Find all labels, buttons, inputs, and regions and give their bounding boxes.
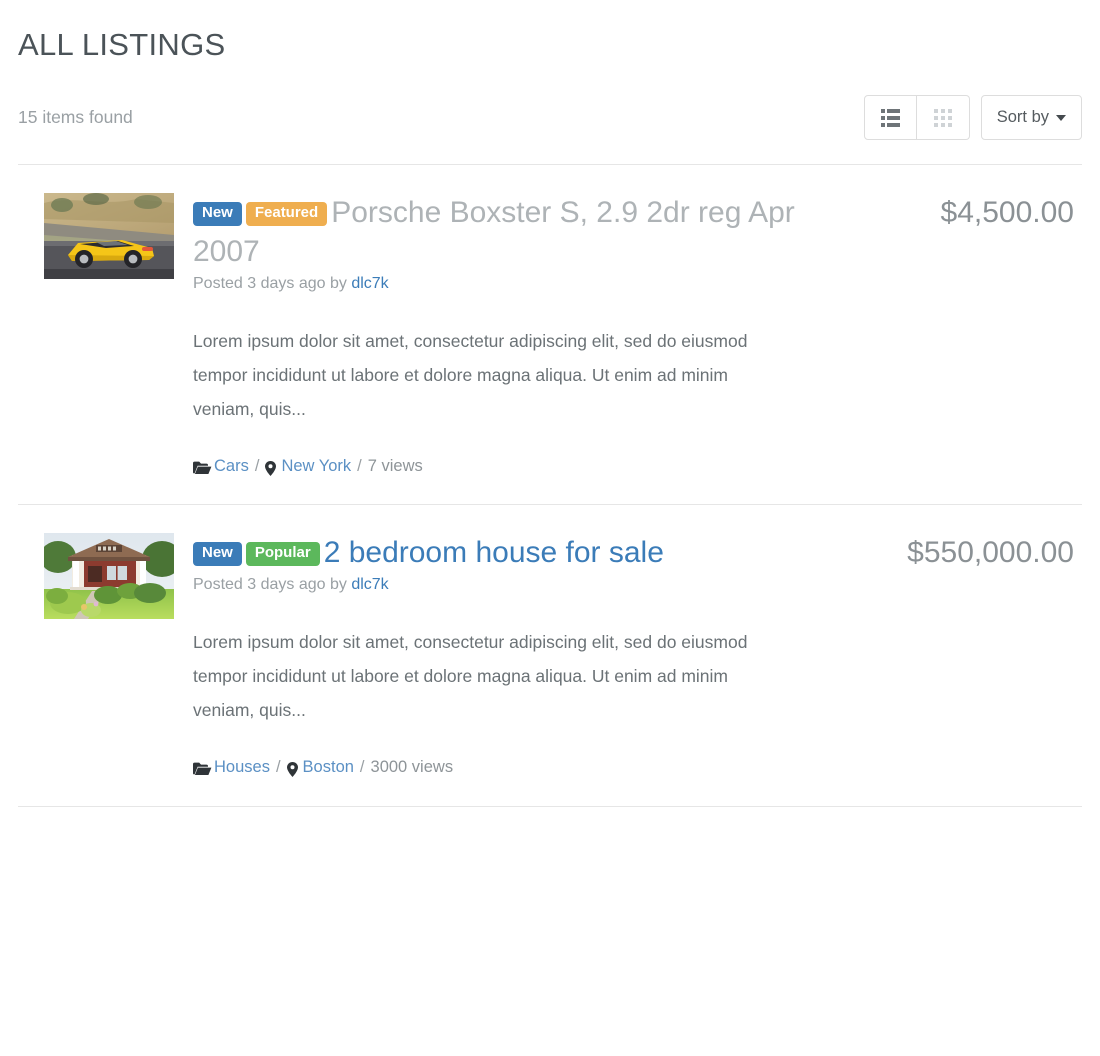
map-pin-icon	[265, 460, 277, 476]
folder-icon	[193, 461, 212, 475]
listing-price: $550,000.00	[907, 536, 1074, 570]
listings-toolbar: 15 items found Sort by	[18, 63, 1082, 164]
view-mode-button-group	[863, 95, 970, 141]
posted-prefix: Posted 3 days ago by	[193, 576, 352, 594]
listing-posted-meta: Posted 3 days ago by dlc7k	[193, 574, 844, 596]
toolbar-controls: Sort by	[863, 95, 1082, 141]
sort-by-dropdown[interactable]: Sort by	[980, 95, 1082, 141]
listing-excerpt: Lorem ipsum dolor sit amet, consectetur …	[193, 631, 748, 721]
listing-price: $4,500.00	[940, 196, 1074, 230]
badge-popular: Popular	[245, 542, 320, 566]
listing-location-link[interactable]: New York	[281, 458, 351, 475]
listing-thumbnail-link[interactable]	[44, 193, 193, 280]
listing-title-line: New Featured Porsche Boxster S, 2.9 2dr re…	[193, 193, 844, 271]
listing-thumbnail-cell	[18, 533, 193, 620]
listing-views-count: 3000 views	[370, 758, 454, 777]
listing-meta-row: Houses / Boston / 3000 views	[193, 758, 844, 777]
listing-thumbnail-cell	[18, 193, 193, 280]
listing-posted-meta: Posted 3 days ago by dlc7k	[193, 273, 844, 295]
listing-location-link[interactable]: Boston	[303, 759, 354, 776]
map-pin-icon	[286, 761, 298, 777]
listings-container: New Featured Porsche Boxster S, 2.9 2dr re…	[18, 164, 1082, 807]
list-view-button[interactable]	[863, 95, 917, 141]
listing-row[interactable]: New Popular 2 bedroom house for sale Poste…	[18, 505, 1082, 807]
sort-by-label: Sort by	[996, 108, 1049, 127]
chevron-down-icon	[1056, 114, 1066, 121]
listing-title-link[interactable]: 2 bedroom house for sale	[324, 536, 664, 569]
posted-prefix: Posted 3 days ago by	[193, 275, 352, 293]
listing-meta-row: Cars / New York / 7 views	[193, 456, 844, 476]
all-listings-page: ALL LISTINGS 15 items found Sort by New …	[0, 0, 1100, 807]
page-title: ALL LISTINGS	[18, 27, 226, 62]
listing-body: New Popular 2 bedroom house for sale Poste…	[193, 533, 864, 777]
meta-separator: /	[275, 758, 281, 777]
listing-views-count: 7 views	[367, 456, 423, 475]
list-view-icon	[880, 108, 900, 127]
listing-author-link[interactable]: dlc7k	[351, 275, 388, 292]
badge-new: New	[193, 202, 242, 226]
folder-icon	[193, 762, 212, 776]
yellow-porsche-boxster-image	[44, 193, 174, 280]
meta-separator: /	[357, 456, 362, 475]
house-with-lawn-image	[44, 533, 174, 620]
listing-category-link[interactable]: Houses	[214, 759, 270, 776]
grid-view-button[interactable]	[916, 95, 970, 141]
listing-price-cell: $4,500.00	[864, 193, 1082, 232]
meta-separator: /	[254, 456, 260, 475]
listing-category-link[interactable]: Cars	[214, 458, 249, 475]
meta-separator: /	[359, 758, 365, 777]
listing-excerpt: Lorem ipsum dolor sit amet, consectetur …	[193, 330, 748, 419]
listing-body: New Featured Porsche Boxster S, 2.9 2dr re…	[193, 193, 864, 476]
badge-featured: Featured	[245, 202, 328, 226]
grid-view-icon	[933, 108, 952, 127]
listing-row[interactable]: New Featured Porsche Boxster S, 2.9 2dr re…	[18, 165, 1082, 506]
listing-title-line: New Popular 2 bedroom house for sale	[193, 533, 844, 572]
listing-author-link[interactable]: dlc7k	[351, 576, 388, 593]
listing-thumbnail-link[interactable]	[44, 533, 193, 620]
items-found-count: 15 items found	[18, 107, 133, 128]
badge-new: New	[193, 542, 242, 566]
listing-price-cell: $550,000.00	[864, 533, 1082, 572]
